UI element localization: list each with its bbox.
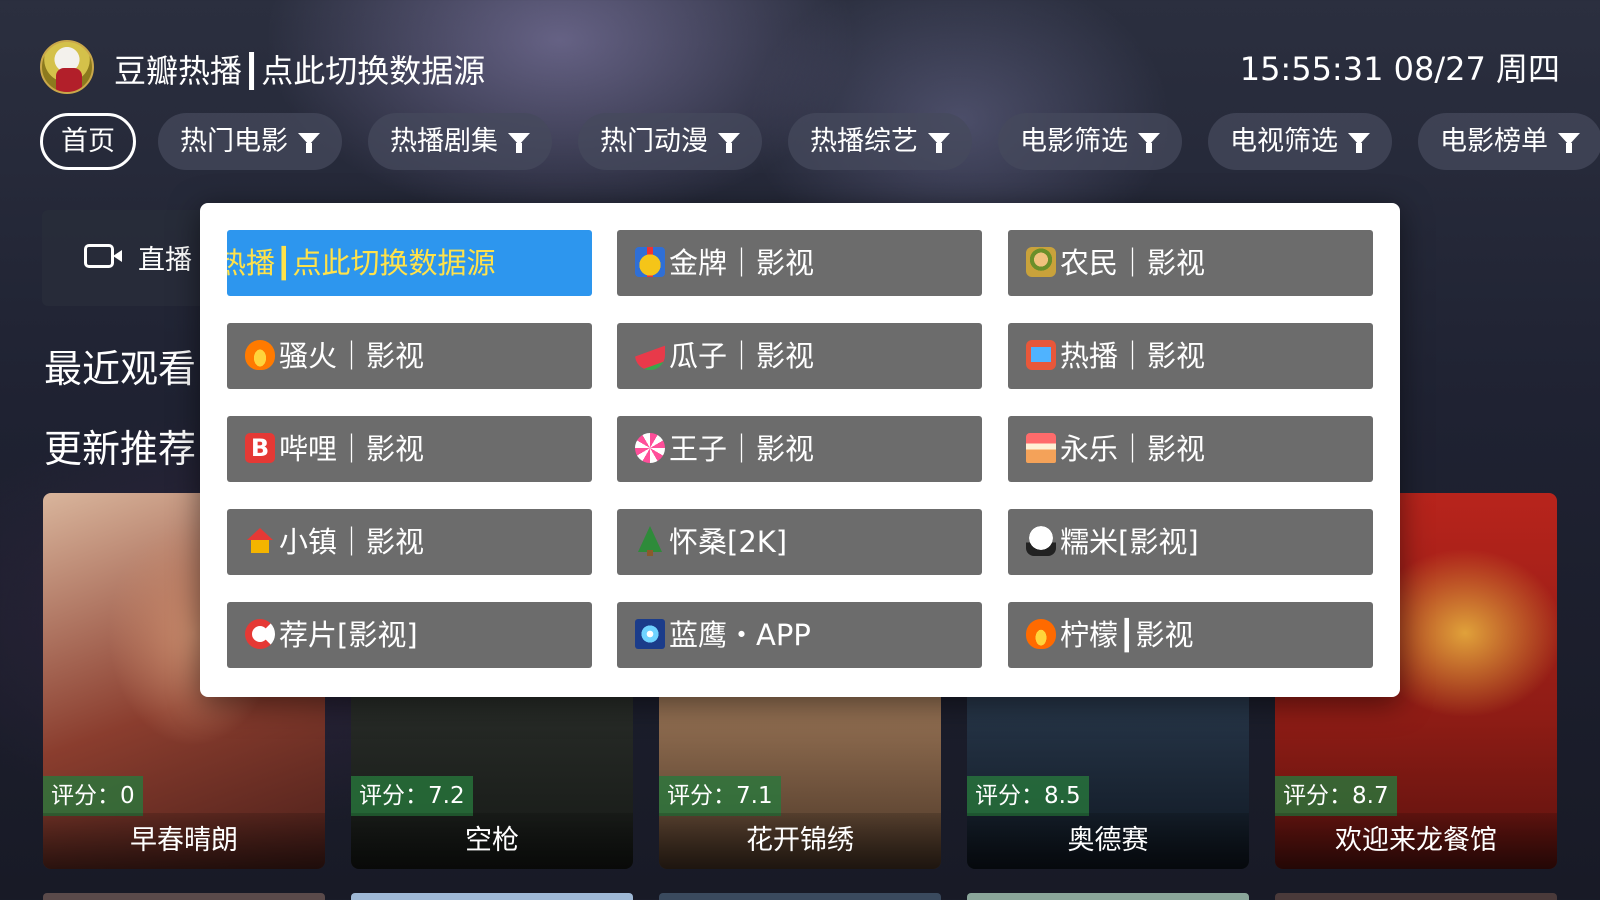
source-label: 骚火｜影视 [279,339,425,373]
filter-icon [928,132,950,153]
source-option[interactable]: 热播｜影视 [1008,323,1373,389]
cake-icon [1026,433,1056,463]
filter-icon [508,132,530,153]
source-label: 瓜子｜影视 [669,339,815,373]
tab-label: 热播剧集 [390,126,498,157]
tab-hot-series[interactable]: 热播剧集 [368,113,552,170]
fire-icon [245,340,275,370]
clock: 15:55:31 08/27 周四 [1239,50,1560,88]
source-option[interactable]: B 哔哩｜影视 [227,416,592,482]
tab-label: 热门动漫 [600,126,708,157]
magnet-icon [245,619,275,649]
source-option[interactable]: 王子｜影视 [617,416,982,482]
source-option[interactable]: 怀桑[2K] [617,509,982,575]
watermelon-icon [635,340,665,370]
filter-icon [298,132,320,153]
source-label: 热播┃点此切换数据源 [227,246,496,280]
house-icon [245,526,275,556]
source-label: 王子｜影视 [669,432,815,466]
tab-movie-rankings[interactable]: 电影榜单 [1418,113,1600,170]
poster-row-peek [967,893,1249,900]
source-option-selected[interactable]: 热播┃点此切换数据源 [227,230,592,296]
tab-label: 电视筛选 [1230,126,1338,157]
poster-title: 奥德赛 [967,813,1249,869]
tab-hot-anime[interactable]: 热门动漫 [578,113,762,170]
source-label: 永乐｜影视 [1060,432,1206,466]
poster-row-peek [1275,893,1557,900]
source-label: 荐片[影视] [279,618,418,652]
tab-label: 电影筛选 [1020,126,1128,157]
section-title-updates: 更新推荐 [44,427,197,471]
app-title-source-switch[interactable]: 豆瓣热播┃点此切换数据源 [114,46,485,92]
poster-row-peek [351,893,633,900]
source-option[interactable]: 瓜子｜影视 [617,323,982,389]
poster-title: 欢迎来龙餐馆 [1275,813,1557,869]
source-option[interactable]: 骚火｜影视 [227,323,592,389]
poster-title: 早春晴朗 [43,813,325,869]
live-button[interactable]: 直播 [42,210,212,306]
score-badge: 评分：8.5 [967,776,1089,816]
bilibili-b-icon: B [245,433,275,463]
score-badge: 评分：8.7 [1275,776,1397,816]
fire-icon [1026,619,1056,649]
source-option[interactable]: 永乐｜影视 [1008,416,1373,482]
rice-ball-icon [1026,526,1056,556]
farmer-icon [1026,247,1056,277]
christmas-tree-icon [635,526,665,556]
source-option[interactable]: 糯米[影视] [1008,509,1373,575]
sparkler-icon [635,619,665,649]
source-label: 哔哩｜影视 [279,432,425,466]
lollipop-icon [635,433,665,463]
source-label: 金牌｜影视 [669,246,815,280]
tab-label: 热播综艺 [810,126,918,157]
poster-title: 空枪 [351,813,633,869]
source-label: 柠檬┃影视 [1060,618,1194,652]
category-tabs: 首页 热门电影 热播剧集 热门动漫 热播综艺 电影筛选 电视筛选 电影榜单 [40,113,1600,170]
poster-row-peek [43,893,325,900]
poster-title: 花开锦绣 [659,813,941,869]
source-option[interactable]: 农民｜影视 [1008,230,1373,296]
filter-icon [718,132,740,153]
source-option[interactable]: 柠檬┃影视 [1008,602,1373,668]
source-label: 蓝鹰・APP [669,618,811,652]
source-option[interactable]: 金牌｜影视 [617,230,982,296]
source-label: 怀桑[2K] [669,525,788,559]
poster-row-peek [659,893,941,900]
score-badge: 评分：0 [43,776,143,816]
score-badge: 评分：7.1 [659,776,781,816]
source-label: 小镇｜影视 [279,525,425,559]
medal-icon [635,247,665,277]
live-label: 直播 [138,245,192,276]
filter-icon [1138,132,1160,153]
source-label: 热播｜影视 [1060,339,1206,373]
app-avatar-icon[interactable] [40,40,94,94]
tv-icon [1026,340,1056,370]
tab-label: 热门电影 [180,126,288,157]
data-source-dialog: 热播┃点此切换数据源 金牌｜影视 农民｜影视 骚火｜影视 瓜子｜影视 热播｜影视… [200,203,1400,697]
tab-home[interactable]: 首页 [40,113,136,170]
section-title-recent: 最近观看 [44,347,197,391]
source-label: 糯米[影视] [1060,525,1199,559]
source-option[interactable]: 小镇｜影视 [227,509,592,575]
source-option[interactable]: 荐片[影视] [227,602,592,668]
filter-icon [1348,132,1370,153]
filter-icon [1558,132,1580,153]
tab-label: 首页 [61,126,115,157]
tab-label: 电影榜单 [1440,126,1548,157]
source-option[interactable]: 蓝鹰・APP [617,602,982,668]
video-camera-icon [84,244,122,268]
source-label: 农民｜影视 [1060,246,1206,280]
tab-hot-movies[interactable]: 热门电影 [158,113,342,170]
tab-tv-filter[interactable]: 电视筛选 [1208,113,1392,170]
tab-hot-variety[interactable]: 热播综艺 [788,113,972,170]
tab-movie-filter[interactable]: 电影筛选 [998,113,1182,170]
header: 豆瓣热播┃点此切换数据源 15:55:31 08/27 周四 [40,38,1560,94]
score-badge: 评分：7.2 [351,776,473,816]
